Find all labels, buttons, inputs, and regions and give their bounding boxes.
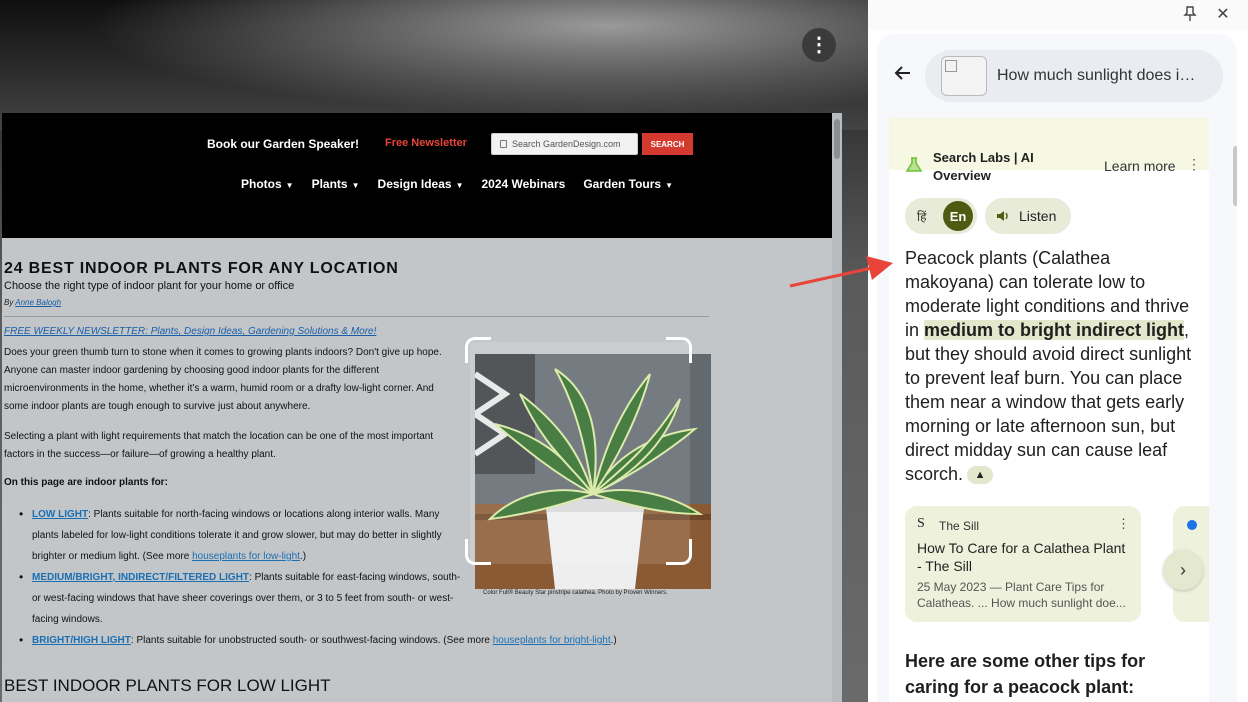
list-item-tail: .) [299,551,307,562]
flask-glyph [905,157,923,172]
article-subtitle: Choose the right type of indoor plant fo… [4,280,295,292]
labs-title: Search Labs | AI Overview [933,150,1034,183]
close-icon[interactable]: ✕ [1214,4,1232,23]
query-box[interactable]: How much sunlight does i… [925,50,1223,102]
nav-label: Design Ideas [377,177,452,191]
caret-down-icon: ▼ [455,181,464,190]
author-link[interactable]: Anne Balogh [15,298,61,307]
site-search-placeholder: Search GardenDesign.com [512,139,621,149]
nav-webinars[interactable]: 2024 Webinars [481,177,565,191]
source-site: The Sill [939,519,980,533]
newsletter-banner-link[interactable]: FREE WEEKLY NEWSLETTER: Plants, Design I… [4,326,376,337]
language-toggle[interactable]: हिं En [905,198,977,234]
speaker-link[interactable]: Book our Garden Speaker! [207,137,359,151]
list-item-low-light: LOW LIGHT: Plants suitable for north-fac… [19,504,462,567]
selection-handle-top-right[interactable] [666,337,692,363]
more-vert-icon[interactable]: ⋮ [802,28,836,62]
image-caption: Color Full® Beauty Star pinstripe calath… [483,590,668,596]
arrow-back-icon[interactable] [891,64,915,88]
screen: ⋮ Book our Garden Speaker! Free Newslett… [0,0,1248,702]
divider [4,316,709,317]
learn-more-link[interactable]: Learn more [1104,158,1176,174]
panel-titlebar: ✕ [868,0,1248,30]
caret-down-icon: ▼ [351,181,360,190]
answer-highlight: medium to bright indirect light [924,320,1185,340]
nav-label: 2024 Webinars [481,177,566,191]
site-scrollbar[interactable] [832,113,842,702]
nav-label: Photos [241,177,282,191]
tips-heading: Here are some other tips for caring for … [905,651,1146,697]
source-title: How To Care for a Calathea Plant - The S… [917,540,1126,574]
nav-photos[interactable]: Photos ▼ [241,177,294,191]
list-item-text: : Plants suitable for unobstructed south… [130,635,493,646]
pin-icon[interactable] [1181,6,1199,24]
article-title: 24 BEST INDOOR PLANTS FOR ANY LOCATION [4,260,399,277]
lens-selection-area[interactable] [470,342,690,564]
ai-answer: Peacock plants (Calathea makoyana) can t… [905,246,1201,486]
query-image-thumbnail[interactable] [941,56,987,96]
nav-design-ideas[interactable]: Design Ideas ▼ [378,177,464,191]
article-byline: By Anne Balogh [4,298,61,307]
list-item-tail: .) [610,635,617,646]
ai-overview: Search Labs | AI Overview Learn more ⋮ ह… [889,118,1209,702]
selection-handle-bottom-right[interactable] [666,539,692,565]
lens-side-panel: ✕ How much sunlight does i… Search Labs … [868,0,1248,702]
panel-scrollbar[interactable] [1233,146,1237,206]
chevron-right-icon[interactable]: › [1163,550,1203,590]
byline-prefix: By [4,298,16,307]
more-vert-icon[interactable]: ⋮ [1187,156,1201,173]
site-search-input[interactable]: Search GardenDesign.com [491,133,638,155]
lang-hindi-option[interactable]: हिं [917,208,926,225]
low-light-link[interactable]: LOW LIGHT [32,509,88,520]
lang-english-option[interactable]: En [943,201,973,231]
site-nav: Photos ▼ Plants ▼ Design Ideas ▼ 2024 Webin… [241,177,673,191]
nav-label: Plants [311,177,348,191]
backdrop-glow [0,0,868,130]
listen-button[interactable]: Listen [985,198,1071,234]
source-snippet: 25 May 2023 — Plant Care Tips for Calath… [917,580,1126,610]
speaker-icon [997,211,1008,221]
chevron-up-icon[interactable]: ▲ [967,466,994,485]
intro-paragraph: Does your green thumb turn to stone when… [4,347,442,412]
answer-text-end: , but they should avoid direct sunlight … [905,320,1192,484]
scrollbar-thumb[interactable] [834,119,840,159]
pin-glyph [1183,6,1197,21]
section-heading: BEST INDOOR PLANTS FOR LOW LIGHT [4,676,331,695]
bright-light-houseplants-link[interactable]: houseplants for bright-light [493,635,611,646]
back-arrow-glyph [894,66,910,80]
website-view: Book our Garden Speaker! Free Newsletter… [2,113,842,702]
source-logo: S [917,516,925,531]
caret-down-icon: ▼ [665,181,674,190]
medium-light-link[interactable]: MEDIUM/BRIGHT, INDIRECT/FILTERED LIGHT [32,572,249,583]
list-item-bright-light: BRIGHT/HIGH LIGHT: Plants suitable for u… [19,630,732,651]
google-icon [1187,520,1197,530]
selection-handle-bottom-left[interactable] [465,539,491,565]
nav-garden-tours[interactable]: Garden Tours ▼ [583,177,673,191]
caret-down-icon: ▼ [285,181,294,190]
nav-plants[interactable]: Plants ▼ [312,177,360,191]
light-paragraph: Selecting a plant with light requirement… [4,431,434,460]
site-header: Book our Garden Speaker! Free Newsletter… [2,113,832,238]
query-text[interactable]: How much sunlight does i… [997,67,1207,85]
list-item-medium-light: MEDIUM/BRIGHT, INDIRECT/FILTERED LIGHT: … [19,567,462,630]
low-light-houseplants-link[interactable]: houseplants for low-light [192,551,300,562]
lens-results-card: How much sunlight does i… Search Labs | … [877,34,1237,702]
search-icon [500,140,507,148]
flask-icon [905,156,923,174]
listen-label: Listen [1019,208,1057,224]
list-intro: On this page are indoor plants for: [4,477,168,488]
bright-light-link[interactable]: BRIGHT/HIGH LIGHT [32,635,131,646]
source-card[interactable]: S The Sill ⋮ How To Care for a Calathea … [905,506,1141,622]
site-search-button[interactable]: SEARCH [642,133,693,155]
newsletter-link[interactable]: Free Newsletter [385,137,467,149]
more-vert-icon[interactable]: ⋮ [1117,516,1130,532]
selection-handle-top-left[interactable] [465,337,491,363]
nav-label: Garden Tours [583,177,662,191]
